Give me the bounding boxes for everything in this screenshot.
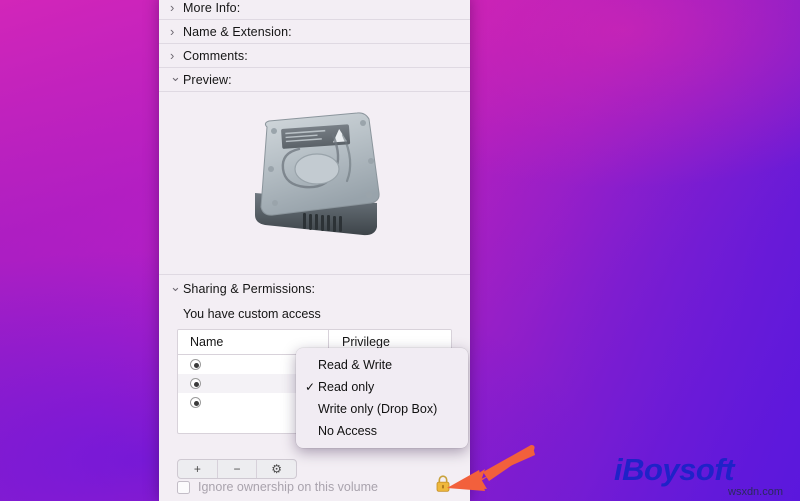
menu-item-write-only[interactable]: Write only (Drop Box): [296, 398, 468, 420]
red-arrow-pointer: [447, 445, 535, 491]
chevron-down-icon[interactable]: [170, 283, 183, 296]
section-more-info[interactable]: More Info:: [159, 0, 470, 20]
column-header-name: Name: [190, 335, 224, 349]
hard-drive-icon: [254, 112, 380, 236]
menu-item-no-access[interactable]: No Access: [296, 420, 468, 442]
section-name-extension-label: Name & Extension:: [183, 24, 292, 39]
section-sharing-label: Sharing & Permissions:: [183, 282, 316, 296]
chevron-right-icon[interactable]: [170, 49, 183, 62]
access-summary-text: You have custom access: [183, 307, 321, 321]
check-icon: ✓: [305, 380, 316, 394]
section-preview-label: Preview:: [183, 72, 232, 87]
menu-item-label: No Access: [318, 424, 378, 438]
privilege-dropdown-menu[interactable]: Read & Write ✓ Read only Write only (Dro…: [296, 348, 468, 448]
gear-icon[interactable]: ⚙: [257, 460, 296, 478]
menu-item-read-only[interactable]: ✓ Read only: [296, 376, 468, 398]
section-more-info-label: More Info:: [183, 0, 241, 15]
get-info-panel: More Info: Name & Extension: Comments: P…: [159, 0, 470, 501]
section-comments-label: Comments:: [183, 48, 248, 63]
iboysoft-watermark: iBoysoft: [614, 452, 735, 487]
site-watermark: wsxdn.com: [728, 486, 784, 498]
preview-pane: [159, 92, 470, 275]
section-comments[interactable]: Comments:: [159, 44, 470, 68]
menu-item-read-write[interactable]: Read & Write: [296, 354, 468, 376]
user-icon: [190, 359, 201, 370]
remove-user-button[interactable]: −: [218, 460, 258, 478]
user-icon: [190, 378, 201, 389]
ignore-ownership-checkbox[interactable]: [177, 480, 190, 494]
ignore-ownership-row[interactable]: Ignore ownership on this volume: [177, 477, 452, 497]
section-preview[interactable]: Preview:: [159, 68, 470, 92]
permissions-toolbar: + − ⚙: [177, 459, 297, 479]
chevron-right-icon[interactable]: [170, 1, 183, 14]
ignore-ownership-label: Ignore ownership on this volume: [198, 480, 378, 494]
chevron-down-icon[interactable]: [170, 73, 183, 86]
section-name-extension[interactable]: Name & Extension:: [159, 20, 470, 44]
menu-item-label: Read only: [318, 380, 375, 394]
add-user-button[interactable]: +: [178, 460, 218, 478]
section-sharing-permissions[interactable]: Sharing & Permissions:: [159, 277, 470, 301]
user-icon: [190, 397, 201, 408]
menu-item-label: Read & Write: [318, 358, 393, 372]
menu-item-label: Write only (Drop Box): [318, 402, 438, 416]
chevron-right-icon[interactable]: [170, 25, 183, 38]
